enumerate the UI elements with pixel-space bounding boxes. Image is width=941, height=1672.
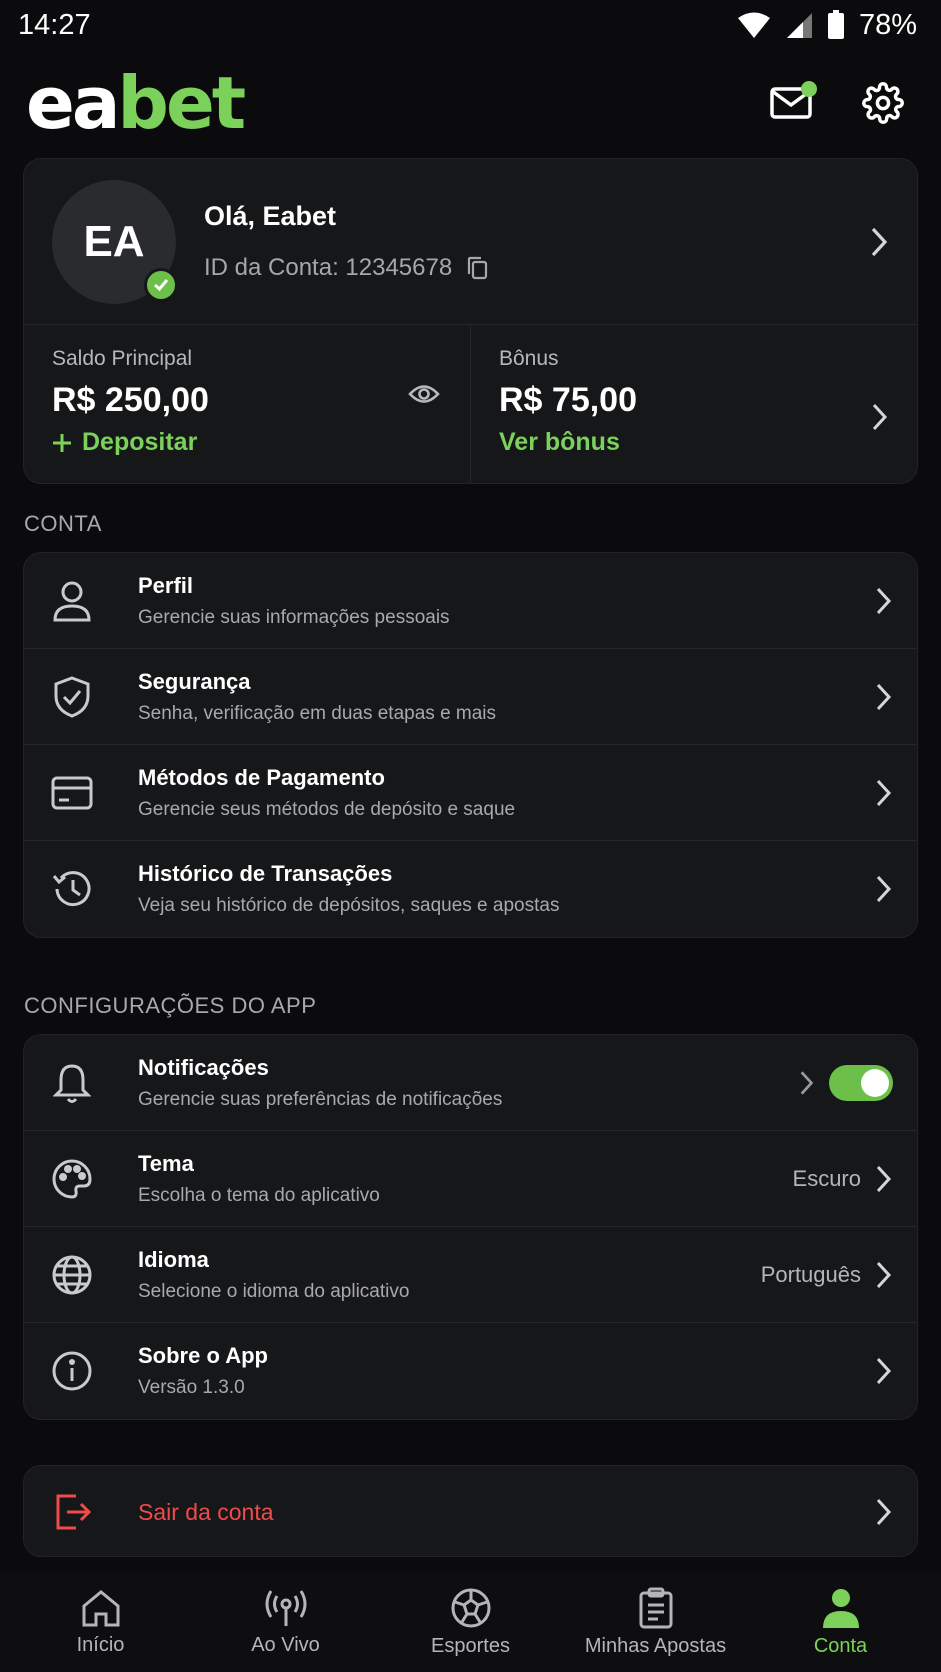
language-value: Português	[760, 1261, 861, 1287]
section-title-account: CONTA	[24, 511, 102, 536]
profile-card: EA Olá, Eabet ID da Conta: 12345678 Sald…	[23, 158, 918, 484]
bonus-balance[interactable]: Bônus R$ 75,00 Ver bônus	[470, 325, 917, 483]
menu-item-transaction-history[interactable]: Histórico de Transações Veja seu históric…	[24, 841, 917, 937]
verified-badge	[144, 267, 178, 302]
menu-item-about[interactable]: Sobre o App Versão 1.3.0	[24, 1323, 917, 1419]
account-menu: Perfil Gerencie suas informações pessoais…	[23, 552, 918, 938]
avatar: EA	[52, 179, 178, 304]
signal-icon	[786, 13, 812, 38]
messages-button[interactable]	[767, 79, 817, 127]
user-icon	[53, 581, 91, 621]
menu-item-language[interactable]: Idioma Selecione o idioma do aplicativo P…	[24, 1227, 917, 1323]
history-icon	[52, 871, 91, 907]
chevron-right-icon	[876, 1165, 892, 1192]
chevron-right-icon	[872, 403, 888, 431]
status-bar: 14:27 78%	[0, 0, 941, 50]
chevron-right-icon	[876, 1357, 892, 1385]
nav-live[interactable]: Ao Vivo	[196, 1588, 376, 1657]
eye-icon[interactable]	[408, 383, 440, 405]
globe-icon	[52, 1255, 92, 1294]
home-icon	[82, 1589, 119, 1626]
main-balance-value: R$ 250,00	[52, 381, 209, 419]
chevron-right-icon	[871, 227, 888, 256]
chevron-right-icon	[876, 1261, 892, 1288]
settings-button[interactable]	[859, 79, 907, 127]
eabet-logo[interactable]: eabet	[26, 67, 246, 139]
live-broadcast-icon	[265, 1589, 306, 1626]
account-id: ID da Conta: 12345678	[204, 254, 488, 282]
palette-icon	[52, 1158, 92, 1199]
menu-item-security[interactable]: Segurança Senha, verificação em duas etap…	[24, 649, 917, 745]
gear-icon	[862, 82, 904, 124]
notifications-toggle[interactable]	[829, 1064, 893, 1101]
logout-button[interactable]: Sair da conta	[24, 1466, 917, 1556]
theme-value: Escuro	[792, 1165, 861, 1191]
check-icon	[154, 278, 169, 291]
chevron-right-icon	[876, 779, 892, 806]
logout-card: Sair da conta	[23, 1465, 918, 1557]
nav-home[interactable]: Início	[11, 1588, 191, 1657]
menu-item-payment-methods[interactable]: Métodos de Pagamento Gerencie seus método…	[24, 745, 917, 841]
deposit-button[interactable]: Depositar	[52, 428, 442, 457]
battery-percent: 78%	[858, 8, 917, 41]
battery-icon	[827, 10, 844, 39]
status-icons: 78%	[737, 9, 917, 42]
wifi-icon	[737, 12, 770, 38]
shield-check-icon	[54, 675, 90, 718]
menu-item-notifications[interactable]: Notificações Gerencie suas preferências d…	[24, 1035, 917, 1131]
app-header: eabet	[0, 58, 941, 148]
status-time: 14:27	[18, 8, 91, 41]
nav-account[interactable]: Conta	[751, 1587, 931, 1658]
chevron-right-icon	[876, 1498, 892, 1526]
greeting-text: Olá, Eabet	[204, 201, 337, 231]
menu-item-profile[interactable]: Perfil Gerencie suas informações pessoais	[24, 553, 917, 649]
account-icon	[822, 1588, 859, 1628]
bonus-balance-value: R$ 75,00	[499, 381, 637, 419]
bell-icon	[53, 1063, 91, 1103]
nav-sports[interactable]: Esportes	[381, 1587, 561, 1658]
main-balance: Saldo Principal R$ 250,00 Depositar	[24, 325, 470, 483]
unread-dot	[801, 81, 817, 97]
profile-row[interactable]: EA Olá, Eabet ID da Conta: 12345678	[24, 159, 917, 325]
credit-card-icon	[51, 776, 93, 809]
bottom-navigation: Início Ao Vivo Esportes Minhas Apostas C…	[0, 1572, 941, 1672]
info-icon	[52, 1351, 92, 1391]
chevron-right-icon	[876, 875, 892, 903]
soccer-ball-icon	[451, 1588, 490, 1627]
view-bonus-link[interactable]: Ver bônus	[499, 428, 889, 457]
menu-item-theme[interactable]: Tema Escolha o tema do aplicativo Escuro	[24, 1131, 917, 1227]
chevron-right-icon	[800, 1070, 814, 1095]
plus-icon	[53, 433, 71, 452]
logout-icon	[56, 1494, 92, 1530]
copy-icon[interactable]	[466, 256, 488, 280]
nav-my-bets[interactable]: Minhas Apostas	[566, 1587, 746, 1658]
clipboard-icon	[639, 1587, 672, 1628]
chevron-right-icon	[876, 587, 892, 614]
chevron-right-icon	[876, 683, 892, 710]
app-settings-menu: Notificações Gerencie suas preferências d…	[23, 1034, 918, 1420]
section-title-app-settings: CONFIGURAÇÕES DO APP	[24, 993, 317, 1018]
